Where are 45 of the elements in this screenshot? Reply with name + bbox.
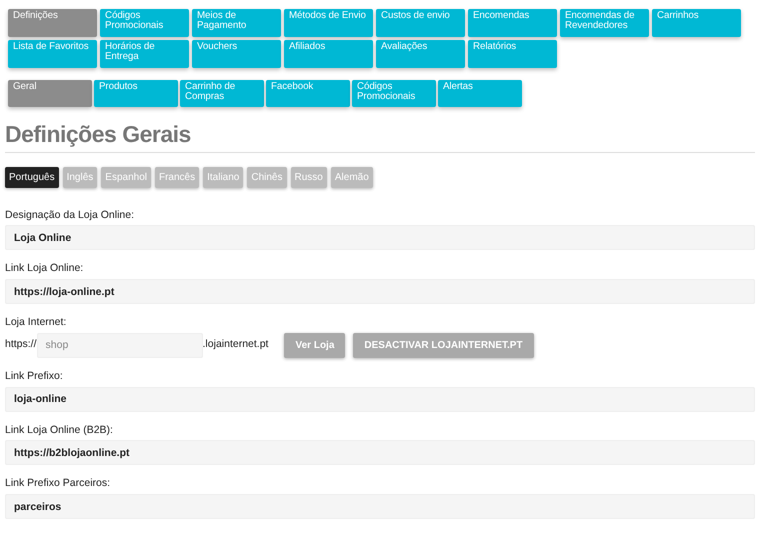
tab[interactable]: Facebook [266, 80, 350, 107]
tab[interactable]: Códigos Promocionais [352, 80, 436, 107]
view-store-button[interactable]: Ver Loja [284, 332, 346, 358]
tab[interactable]: Carrinhos [652, 9, 741, 37]
tab[interactable]: Encomendas de Revendedores [560, 9, 649, 37]
input-field[interactable]: https://b2blojaonline.pt [5, 440, 755, 466]
language-tab[interactable]: Chinês [247, 166, 286, 188]
tab[interactable]: Afiliados [284, 40, 373, 68]
tab[interactable]: Lista de Favoritos [8, 40, 97, 68]
tab[interactable]: Produtos [94, 80, 178, 107]
field-label: Link Loja Online (B2B): [5, 422, 114, 438]
language-tab[interactable]: Português [5, 166, 59, 188]
url-prefix: https:// [5, 337, 37, 352]
deactivate-button[interactable]: DESACTIVAR LOJAINTERNET.PT [353, 332, 534, 358]
language-tab[interactable]: Francês [154, 166, 200, 188]
tab[interactable]: Códigos Promocionais [100, 9, 189, 37]
input-field[interactable]: https://loja-online.pt [5, 279, 755, 304]
tab[interactable]: Métodos de Envio [284, 9, 373, 37]
input-field[interactable]: Loja Online [5, 225, 755, 250]
tab[interactable]: Geral [8, 80, 92, 107]
tab[interactable]: Meios de Pagamento [192, 9, 281, 37]
tab[interactable]: Relatórios [468, 40, 557, 68]
tab[interactable]: Encomendas [468, 9, 557, 37]
tab[interactable]: Horários de Entrega [100, 40, 189, 68]
url-suffix: .lojainternet.pt [202, 337, 268, 352]
page-title: Definições Gerais [5, 121, 755, 153]
language-tab[interactable]: Alemão [330, 166, 373, 188]
field-label: Link Prefixo Parceiros: [5, 476, 112, 492]
input-field[interactable]: parceiros [5, 494, 755, 520]
language-tab[interactable]: Inglês [62, 166, 98, 188]
input-field[interactable]: loja-online [5, 386, 755, 412]
input-field[interactable]: shop [36, 332, 203, 358]
field-label: Link Loja Online: [5, 261, 84, 276]
tab[interactable]: Avaliações [376, 40, 465, 68]
field-label: Link Prefixo: [5, 368, 64, 384]
language-tab[interactable]: Italiano [203, 166, 244, 188]
tab[interactable]: Alertas [438, 80, 522, 107]
field-label: Loja Internet: [5, 315, 68, 330]
tab[interactable]: Vouchers [192, 40, 281, 68]
tab[interactable]: Carrinho de Compras [180, 80, 264, 107]
tab[interactable]: Definições [8, 9, 97, 37]
language-tab[interactable]: Russo [290, 166, 327, 188]
tab[interactable]: Custos de envio [376, 9, 465, 37]
field-label: Designação da Loja Online: [5, 208, 136, 223]
language-tab[interactable]: Espanhol [101, 166, 151, 188]
